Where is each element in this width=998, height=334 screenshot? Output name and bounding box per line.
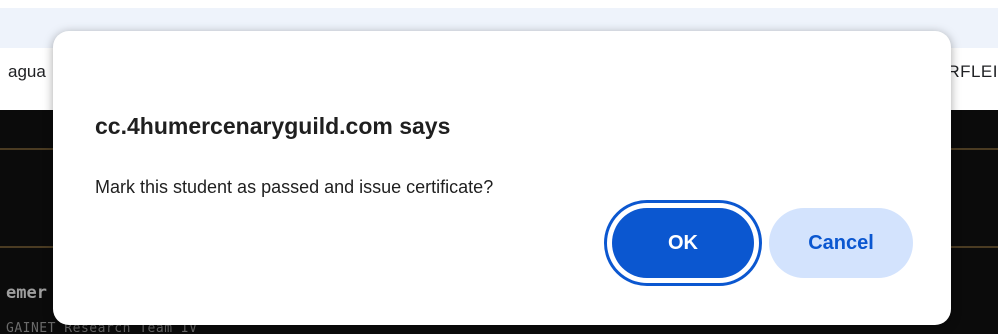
top-strip [0, 0, 998, 8]
background-heading-text: emer [6, 283, 47, 303]
ok-button-focus-ring: OK [604, 200, 762, 286]
dialog-message: Mark this student as passed and issue ce… [95, 177, 494, 197]
dialog-title: cc.4humercenaryguild.com says [95, 113, 451, 139]
page: agua RFLEI emer GAINET Research Team IV … [0, 0, 998, 334]
background-nav-text-right: RFLEI [947, 62, 998, 81]
confirm-dialog: cc.4humercenaryguild.com says Mark this … [53, 31, 951, 325]
ok-button[interactable]: OK [612, 208, 754, 278]
cancel-button[interactable]: Cancel [769, 208, 913, 278]
background-nav-text-left: agua [8, 62, 46, 81]
